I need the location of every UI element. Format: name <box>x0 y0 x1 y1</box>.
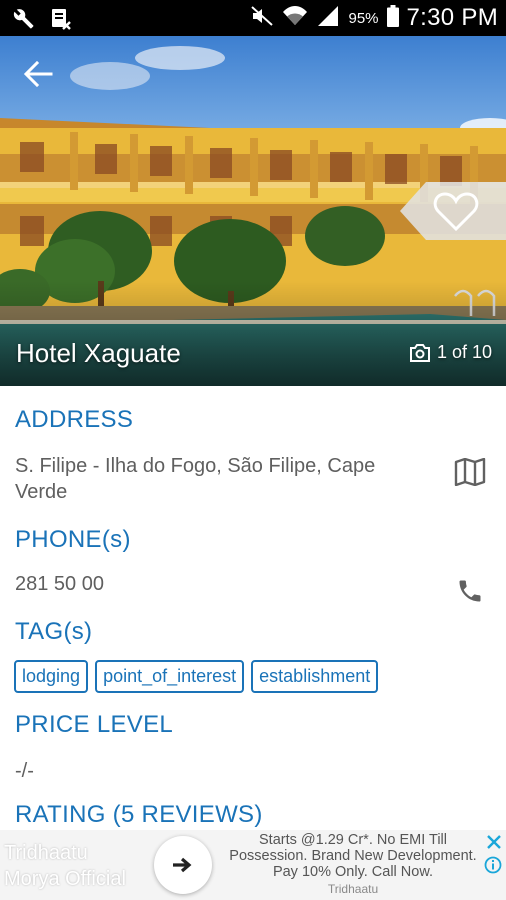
back-arrow-icon <box>23 61 53 87</box>
tag-lodging[interactable]: lodging <box>14 660 89 693</box>
phone-heading: PHONE(s) <box>15 526 131 553</box>
tag-point-of-interest[interactable]: point_of_interest <box>95 660 245 693</box>
address-line-2: Verde <box>15 481 68 503</box>
tags-heading: TAG(s) <box>15 618 93 645</box>
back-button[interactable] <box>16 56 60 92</box>
address-line-1: S. Filipe - Ilha do Fogo, São Filipe, Ca… <box>15 455 376 477</box>
ad-copy-line-2: Possession. Brand New Development. <box>229 848 477 864</box>
hotel-photo[interactable]: Hotel Xaguate 1 of 10 <box>0 36 506 386</box>
clock: 7:30 PM <box>406 4 498 31</box>
tag-establishment[interactable]: establishment <box>251 660 379 693</box>
price-level-heading: PRICE LEVEL <box>15 711 174 738</box>
rating-heading[interactable]: RATING (5 REVIEWS) <box>15 801 263 829</box>
photo-counter-label: 1 of 10 <box>436 342 492 362</box>
map-button[interactable] <box>454 457 486 491</box>
camera-icon <box>409 343 430 362</box>
status-bar: 95% 7:30 PM <box>0 0 506 36</box>
status-bar-right: 95% 7:30 PM <box>250 4 498 32</box>
ad-sponsor: Tridhaatu <box>327 882 379 896</box>
favorite-button[interactable] <box>400 182 506 240</box>
signal-icon <box>316 5 340 32</box>
wrench-icon <box>12 8 36 35</box>
ad-brand-line-1: Tridhaatu <box>4 842 88 864</box>
map-icon <box>454 457 486 487</box>
ad-banner[interactable]: Tridhaatu Morya Official Starts @1.29 Cr… <box>0 830 506 900</box>
info-icon <box>484 856 502 874</box>
phone-number[interactable]: 281 50 00 <box>15 571 104 597</box>
battery-percent: 95% <box>348 9 379 27</box>
address-text[interactable]: S. Filipe - Ilha do Fogo, São Filipe, Ca… <box>15 453 375 505</box>
photo-counter[interactable]: 1 of 10 <box>409 342 492 363</box>
ad-open-button[interactable] <box>154 836 212 894</box>
ad-brand: Tridhaatu Morya Official <box>4 840 126 892</box>
battery-icon <box>386 4 399 32</box>
wifi-icon <box>282 5 308 32</box>
call-button[interactable] <box>456 577 484 610</box>
ad-info-button[interactable] <box>484 856 502 879</box>
ad-copy-line-1: Starts @1.29 Cr*. No EMI Till <box>259 832 447 848</box>
ad-close-button[interactable] <box>486 834 502 855</box>
phone-icon <box>459 580 481 602</box>
status-bar-left <box>12 7 72 36</box>
close-icon <box>487 835 501 849</box>
arrow-right-icon <box>173 857 192 873</box>
ad-brand-line-2: Morya Official <box>4 868 126 890</box>
ad-copy: Starts @1.29 Cr*. No EMI Till Possession… <box>218 832 488 880</box>
address-heading: ADDRESS <box>15 406 134 433</box>
price-level-value: -/- <box>15 760 34 782</box>
clipboard-x-icon <box>50 7 72 36</box>
favorite-badge <box>400 182 506 240</box>
ad-copy-line-3: Pay 10% Only. Call Now. <box>272 864 434 880</box>
hotel-name: Hotel Xaguate <box>16 338 181 368</box>
tag-list: lodging point_of_interest establishment <box>14 660 379 693</box>
mute-icon <box>250 5 274 32</box>
